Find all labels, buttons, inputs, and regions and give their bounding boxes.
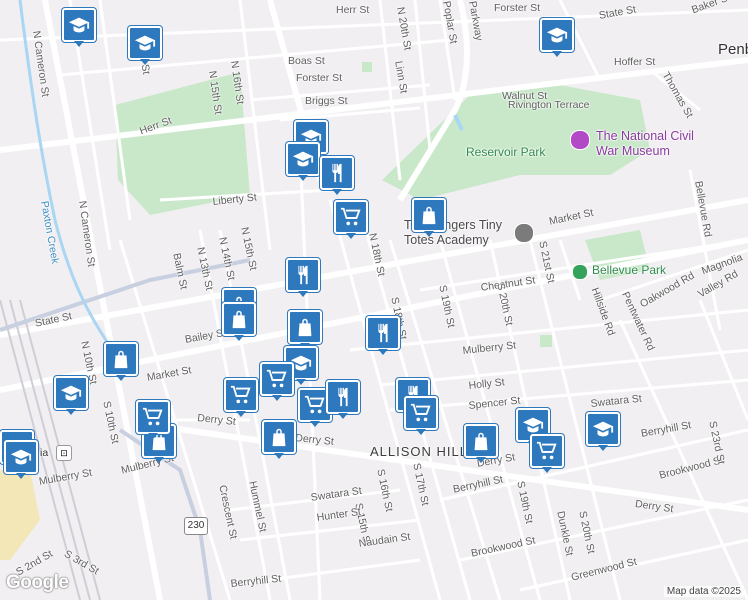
restaurant-icon xyxy=(292,264,314,286)
museum-icon[interactable] xyxy=(570,130,590,150)
street-label: Boas St xyxy=(288,55,325,67)
school-icon xyxy=(546,24,568,46)
city-label: Penb xyxy=(718,41,748,58)
neighborhood-label: ALLISON HILL xyxy=(370,444,468,459)
school-marker[interactable] xyxy=(62,8,96,47)
train-station-icon[interactable]: ⊡ xyxy=(56,445,72,461)
park-marker-icon xyxy=(572,264,588,280)
store-marker[interactable] xyxy=(262,420,296,459)
grocery-icon xyxy=(230,384,252,406)
store-marker[interactable] xyxy=(464,424,498,463)
restaurant-marker[interactable] xyxy=(320,156,354,195)
grocery-icon xyxy=(340,206,362,228)
store-icon xyxy=(228,308,250,330)
grocery-icon xyxy=(536,440,558,462)
school-marker[interactable] xyxy=(540,18,574,57)
grocery-icon xyxy=(410,402,432,424)
park-label[interactable]: Reservoir Park xyxy=(466,146,545,158)
school-icon xyxy=(592,418,614,440)
grocery-marker[interactable] xyxy=(334,200,368,239)
school-marker[interactable] xyxy=(128,26,162,65)
street-label: Forster St xyxy=(494,2,541,14)
store-icon xyxy=(294,316,316,338)
museum-label[interactable]: The National Civil War Museum xyxy=(596,129,694,159)
academy-icon[interactable] xyxy=(514,223,534,243)
grocery-marker[interactable] xyxy=(136,400,170,439)
grocery-marker[interactable] xyxy=(404,396,438,435)
school-marker[interactable] xyxy=(586,412,620,451)
store-marker[interactable] xyxy=(412,198,446,237)
school-icon xyxy=(68,14,90,36)
store-icon xyxy=(418,204,440,226)
school-icon xyxy=(10,446,32,468)
restaurant-marker[interactable] xyxy=(286,258,320,297)
school-icon xyxy=(60,382,82,404)
grocery-icon xyxy=(142,406,164,428)
map-canvas[interactable]: Herr St Herr St Forster St Boas St Forst… xyxy=(0,0,748,600)
grocery-marker[interactable] xyxy=(530,434,564,473)
store-marker[interactable] xyxy=(288,310,322,349)
store-icon xyxy=(470,430,492,452)
store-marker[interactable] xyxy=(104,342,138,381)
store-icon xyxy=(110,348,132,370)
map-attribution[interactable]: Map data ©2025 xyxy=(663,586,744,597)
street-label: Herr St xyxy=(336,4,370,16)
school-marker[interactable] xyxy=(286,142,320,181)
park-label[interactable]: Bellevue Park xyxy=(592,264,666,276)
grocery-marker[interactable] xyxy=(224,378,258,417)
school-icon xyxy=(134,32,156,54)
restaurant-icon xyxy=(326,162,348,184)
google-logo: Google xyxy=(6,572,69,593)
grocery-icon xyxy=(304,394,326,416)
store-marker[interactable] xyxy=(222,302,256,341)
restaurant-marker[interactable] xyxy=(326,380,360,419)
street-label: Briggs St xyxy=(305,95,348,107)
school-marker[interactable] xyxy=(54,376,88,415)
street-label: Rivington Terrace xyxy=(508,99,590,111)
school-icon xyxy=(292,148,314,170)
restaurant-marker[interactable] xyxy=(366,316,400,355)
route-shield: 230 xyxy=(184,517,208,535)
grocery-icon xyxy=(266,368,288,390)
city-cut-label: ia xyxy=(40,447,49,459)
restaurant-icon xyxy=(332,386,354,408)
restaurant-icon xyxy=(372,322,394,344)
street-label: Forster St xyxy=(296,72,343,84)
street-label: Hoffer St xyxy=(614,56,656,68)
store-icon xyxy=(268,426,290,448)
school-icon xyxy=(522,414,544,436)
school-marker[interactable] xyxy=(4,440,38,479)
grocery-marker[interactable] xyxy=(260,362,294,401)
